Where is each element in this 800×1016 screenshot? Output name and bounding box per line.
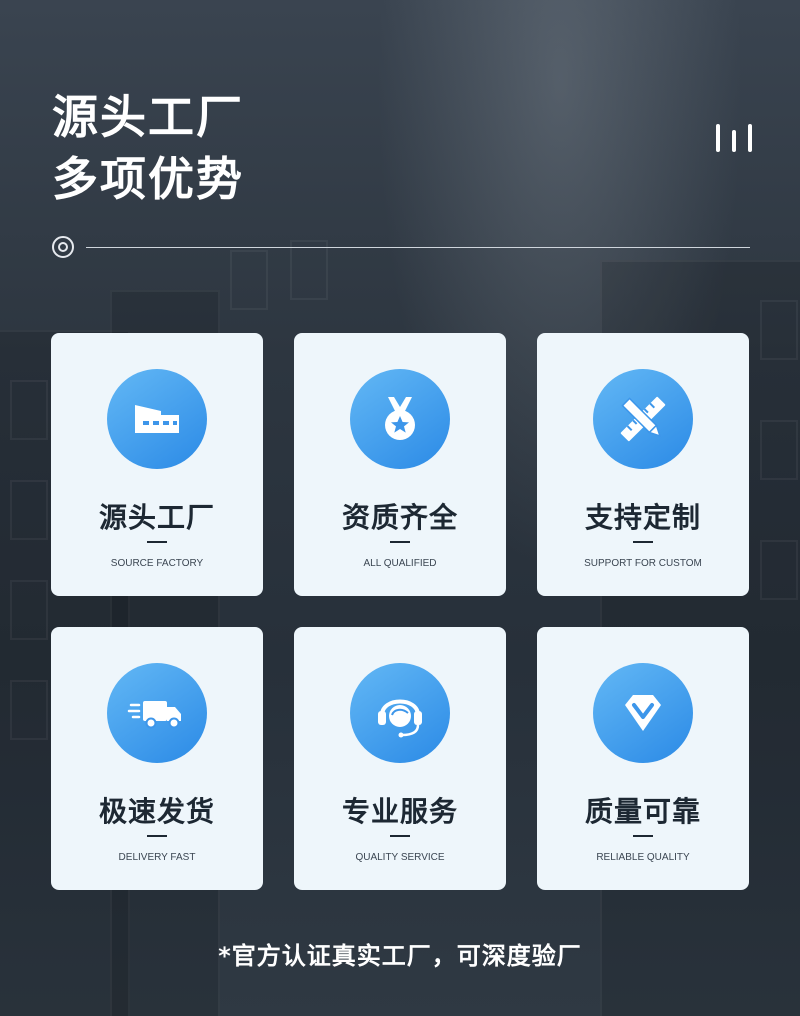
feature-card-all-qualified: 资质齐全 ALL QUALIFIED xyxy=(294,333,506,596)
page-title: 源头工厂 多项优势 xyxy=(52,86,244,210)
feature-card-support-custom: 支持定制 SUPPORT FOR CUSTOM xyxy=(537,333,749,596)
card-dash xyxy=(633,835,653,837)
card-subtitle: ALL QUALIFIED xyxy=(363,558,437,569)
card-title: 源头工厂 xyxy=(98,501,215,534)
vertical-bars-icon xyxy=(716,124,752,154)
factory-icon xyxy=(107,369,207,469)
customer-service-icon xyxy=(350,663,450,763)
divider-line xyxy=(86,247,750,248)
card-title: 质量可靠 xyxy=(584,795,701,828)
card-title: 极速发货 xyxy=(98,795,215,828)
card-dash xyxy=(390,835,410,837)
feature-card-delivery-fast: 极速发货 DELIVERY FAST xyxy=(51,627,263,890)
title-line-1: 源头工厂 xyxy=(52,90,244,144)
feature-card-quality-service: 专业服务 QUALITY SERVICE xyxy=(294,627,506,890)
title-line-2: 多项优势 xyxy=(52,152,244,206)
footer-note: *官方认证真实工厂，可深度验厂 xyxy=(218,942,582,970)
delivery-truck-icon xyxy=(107,663,207,763)
medal-icon xyxy=(350,369,450,469)
feature-card-source-factory: 源头工厂 SOURCE FACTORY xyxy=(51,333,263,596)
card-title: 支持定制 xyxy=(584,501,701,534)
diamond-icon xyxy=(593,663,693,763)
card-subtitle: DELIVERY FAST xyxy=(118,852,196,863)
card-dash xyxy=(147,541,167,543)
card-dash xyxy=(147,835,167,837)
card-dash xyxy=(390,541,410,543)
target-circle-icon xyxy=(52,236,74,258)
card-subtitle: QUALITY SERVICE xyxy=(355,852,445,863)
feature-card-reliable-quality: 质量可靠 RELIABLE QUALITY xyxy=(537,627,749,890)
card-subtitle: SOURCE FACTORY xyxy=(110,558,204,569)
card-subtitle: SUPPORT FOR CUSTOM xyxy=(584,558,702,569)
ruler-pencil-icon xyxy=(593,369,693,469)
card-dash xyxy=(633,541,653,543)
card-title: 专业服务 xyxy=(341,795,458,828)
card-title: 资质齐全 xyxy=(341,501,458,534)
card-subtitle: RELIABLE QUALITY xyxy=(596,852,690,863)
